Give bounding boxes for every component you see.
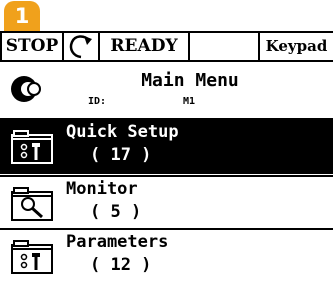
- menu-item-label: Monitor: [66, 179, 138, 199]
- menu-item-monitor[interactable]: Monitor ( 5 ): [0, 177, 333, 231]
- menu-item-count: ( 12 ): [90, 255, 152, 275]
- control-place[interactable]: Keypad: [260, 33, 333, 60]
- menu-item-label: Quick Setup: [66, 122, 179, 142]
- folder-settings-icon: [11, 130, 53, 164]
- id-label: ID:: [88, 96, 107, 107]
- ready-status: READY: [100, 33, 190, 60]
- status-bar: STOP READY Keypad: [0, 31, 333, 62]
- vacon-logo-icon: [11, 76, 41, 102]
- fault-status: [190, 33, 260, 60]
- menu-id: M1: [183, 96, 196, 107]
- menu-item-count: ( 17 ): [90, 145, 152, 165]
- stop-status[interactable]: STOP: [0, 33, 64, 60]
- page-title: Main Menu: [141, 70, 239, 91]
- menu-header: Main Menu ID: M1: [0, 62, 333, 118]
- menu-item-count: ( 5 ): [90, 202, 142, 222]
- folder-magnifier-icon: [11, 187, 53, 221]
- rotation-arrow-icon: [69, 35, 92, 59]
- step-badge: 1: [4, 1, 40, 31]
- direction-indicator: [64, 33, 100, 60]
- folder-settings-icon: [11, 240, 53, 274]
- menu-item-quick-setup[interactable]: Quick Setup ( 17 ): [0, 120, 333, 174]
- menu-item-label: Parameters: [66, 232, 169, 252]
